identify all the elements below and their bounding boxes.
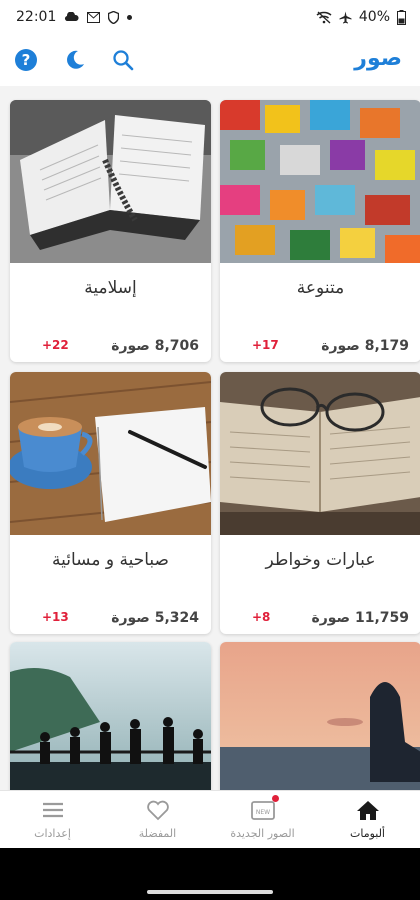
tab-new-images[interactable]: NEW الصور الجديدة: [210, 791, 315, 849]
album-name: عبارات وخواطر: [265, 550, 376, 570]
glasses-book-image: [220, 372, 420, 535]
new-count-badge: +17: [252, 338, 279, 352]
album-card-silhouette[interactable]: [220, 642, 420, 790]
tab-settings-label: إعدادات: [34, 827, 71, 840]
tab-favorites[interactable]: المفضلة: [105, 791, 210, 849]
album-card-mixed[interactable]: متنوعة 8,179 صورة +17: [220, 100, 420, 362]
svg-text:?: ?: [22, 51, 31, 69]
new-count-badge: +22: [42, 338, 69, 352]
battery-icon: [397, 9, 406, 25]
mail-icon: [87, 11, 101, 23]
home-icon: [357, 801, 379, 820]
app-title: صور: [354, 46, 402, 71]
new-images-icon: NEW: [251, 801, 275, 820]
album-count: 8,179 صورة: [321, 338, 409, 354]
puzzle-image: [220, 100, 420, 263]
album-card-walkers[interactable]: [10, 642, 211, 790]
notification-dot-icon: [272, 795, 279, 802]
battery-percent: 40%: [358, 9, 390, 25]
album-count: 5,324 صورة: [111, 610, 199, 626]
system-navigation-bar: [0, 848, 420, 900]
album-count: 8,706 صورة: [111, 338, 199, 354]
new-badge-text: NEW: [256, 809, 270, 816]
menu-icon: [43, 802, 63, 818]
sunset-silhouette-image: [220, 642, 420, 790]
album-name: متنوعة: [296, 278, 345, 298]
album-name: صباحية و مسائية: [52, 550, 169, 570]
new-count-badge: +13: [42, 610, 69, 624]
tab-new-images-label: الصور الجديدة: [230, 827, 295, 840]
tab-favorites-label: المفضلة: [138, 827, 177, 840]
help-icon[interactable]: ?: [14, 48, 38, 72]
album-card-quotes[interactable]: عبارات وخواطر 11,759 صورة +8: [220, 372, 420, 634]
home-gesture-handle[interactable]: [147, 890, 273, 894]
dark-mode-icon[interactable]: [64, 49, 86, 71]
app-bar: ? صور: [0, 36, 420, 86]
album-card-islamic[interactable]: إسلامية 8,706 صورة +22: [10, 100, 211, 362]
tab-albums[interactable]: ألبومات: [315, 791, 420, 849]
search-icon[interactable]: [112, 49, 134, 71]
cloud-icon: [65, 12, 79, 22]
coffee-image: [10, 372, 211, 535]
album-card-morning-evening[interactable]: صباحية و مسائية 5,324 صورة +13: [10, 372, 211, 634]
heart-icon: [147, 800, 169, 821]
albums-grid: متنوعة 8,179 صورة +17 إسلامية 8,706 صورة…: [0, 90, 420, 790]
notification-dot-icon: [127, 14, 133, 20]
bottom-navigation: ألبومات NEW الصور الجديدة المفضلة إعدادا…: [0, 790, 420, 849]
airplane-icon: [339, 11, 352, 23]
tab-settings[interactable]: إعدادات: [0, 791, 105, 849]
status-time: 22:01: [16, 9, 57, 25]
walkers-image: [10, 642, 211, 790]
status-bar: 22:01 40%: [0, 0, 420, 36]
shield-icon: [108, 10, 120, 24]
quran-image: [10, 100, 211, 263]
new-count-badge: +8: [252, 610, 271, 624]
tab-albums-label: ألبومات: [349, 827, 385, 840]
album-count: 11,759 صورة: [311, 610, 409, 626]
wifi-off-icon: [316, 11, 332, 23]
album-name: إسلامية: [84, 278, 137, 298]
